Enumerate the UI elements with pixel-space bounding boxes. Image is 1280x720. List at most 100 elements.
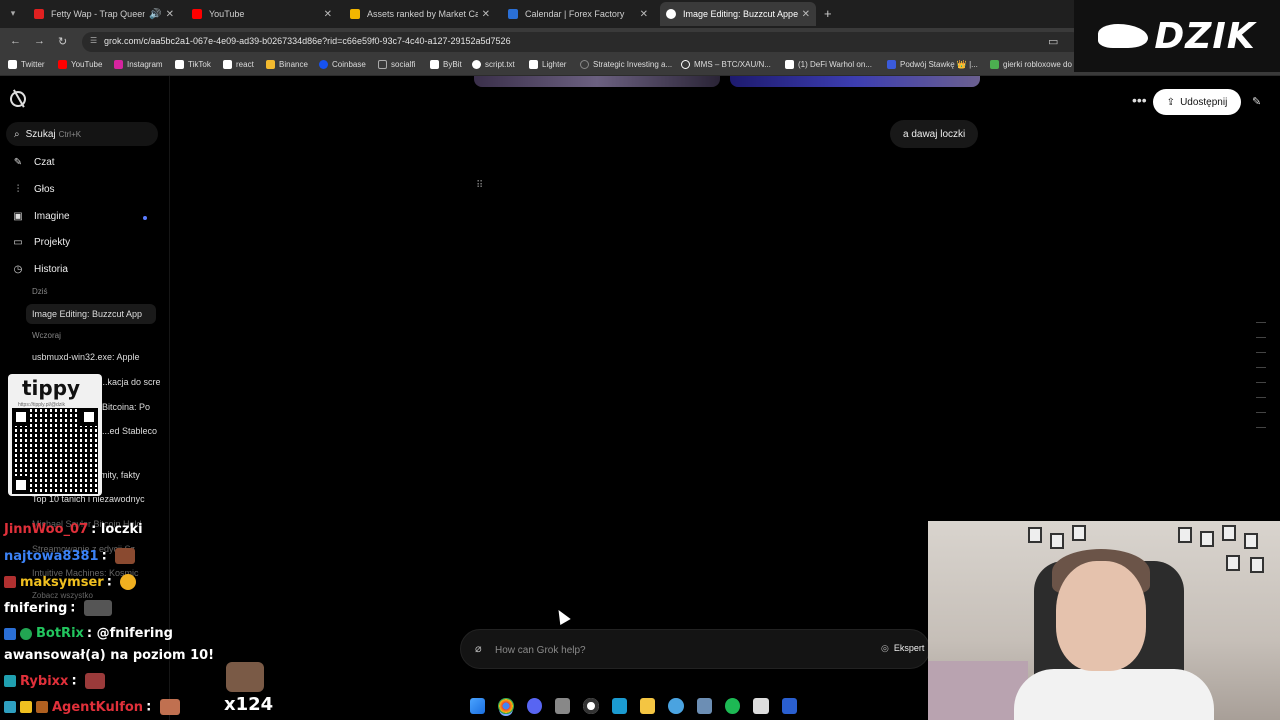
close-tab-icon[interactable]: ✕: [640, 9, 648, 20]
emote-icon: [120, 574, 137, 590]
emote-icon: [85, 673, 106, 689]
close-tab-icon[interactable]: ✕: [482, 9, 490, 20]
bookmark-label: script.txt: [485, 60, 515, 69]
bookmark-binance[interactable]: Binance: [266, 60, 308, 69]
url-field[interactable]: ☰ grok.com/c/aa5bc2a1-067e-4e09-ad39-b02…: [82, 32, 1082, 52]
game-icon: [990, 60, 999, 69]
history-item-active[interactable]: Image Editing: Buzzcut App: [26, 304, 156, 324]
taskbar: [470, 694, 810, 718]
bookmark-coinbase[interactable]: Coinbase: [319, 60, 366, 69]
app-icon[interactable]: [781, 698, 797, 714]
more-options-icon[interactable]: •••: [1132, 92, 1147, 108]
chat-message: BotRix: @fnifering: [4, 626, 173, 641]
bookmark-podwoj[interactable]: Podwój Stawkę 👑 |...: [887, 60, 978, 69]
chrome-icon[interactable]: [498, 698, 514, 714]
sidebar-item-historia[interactable]: ◷ Historia: [12, 264, 68, 275]
app-icon[interactable]: [753, 698, 769, 714]
close-tab-icon[interactable]: ✕: [324, 9, 332, 20]
badge-icon: [4, 576, 16, 588]
history-item[interactable]: usbmuxd-win32.exe: Apple: [32, 352, 154, 362]
prompt-input[interactable]: [495, 640, 845, 660]
browser-tab[interactable]: Fetty Wap - Trap Queen (Of 🔊 ✕: [28, 4, 180, 24]
image-icon: ▣: [13, 211, 23, 222]
browser-tab[interactable]: Calendar | Forex Factory ✕: [502, 4, 654, 24]
share-button[interactable]: ⇪ Udostępnij: [1153, 89, 1241, 115]
history-item[interactable]: Bitcoina: Po: [102, 402, 158, 412]
history-item[interactable]: ...ed Stableco: [102, 426, 158, 436]
cast-icon[interactable]: ▭: [1048, 35, 1058, 48]
bookmark-bybit[interactable]: ByBit: [430, 60, 462, 69]
windows-start-icon[interactable]: [470, 698, 486, 714]
ccleaner-icon[interactable]: [668, 698, 684, 714]
bookmark-label: Strategic Investing a...: [593, 60, 673, 69]
spotify-icon[interactable]: [724, 698, 741, 714]
browser-tab-active[interactable]: Image Editing: Buzzcut Appeara ✕: [660, 2, 816, 26]
reload-icon[interactable]: ↻: [58, 35, 67, 48]
chat-message: fnifering:: [4, 600, 113, 616]
url-text: grok.com/c/aa5bc2a1-067e-4e09-ad39-b0267…: [104, 36, 511, 46]
app-icon[interactable]: [554, 698, 571, 714]
lighter-icon: [529, 60, 538, 69]
chat-user: JinnWoo_07: [4, 522, 89, 537]
discord-icon[interactable]: [526, 698, 542, 714]
browser-tab[interactable]: YouTube ✕: [186, 4, 338, 24]
github-icon: [472, 60, 481, 69]
back-icon[interactable]: ←: [10, 35, 21, 47]
lightbulb-icon: ◎: [881, 643, 889, 653]
bookmark-lighter[interactable]: Lighter: [529, 60, 566, 69]
bookmark-react[interactable]: react: [223, 60, 254, 69]
tippy-qr-card: tippy https://tipply.pl/@dzik: [8, 374, 102, 496]
new-tab-icon[interactable]: +: [824, 6, 832, 21]
bookmark-strategic[interactable]: Strategic Investing a...: [580, 60, 672, 69]
bookmark-gierki[interactable]: gierki robloxowe do: [990, 60, 1072, 69]
chat-message: JinnWoo_07: loczki: [4, 522, 143, 537]
user-message-text: a dawaj loczki: [903, 128, 966, 140]
bookmark-instagram[interactable]: Instagram: [114, 60, 163, 69]
forward-icon[interactable]: →: [34, 35, 45, 47]
mouse-cursor-icon: [553, 606, 571, 626]
bookmark-label: Instagram: [127, 60, 163, 69]
bookmark-twitter[interactable]: Twitter: [8, 60, 45, 69]
loading-icon: ⠿: [476, 180, 484, 191]
chat-message: awansował(a) na poziom 10!: [4, 648, 214, 663]
sidebar-item-imagine[interactable]: ▣ Imagine: [12, 211, 69, 222]
sidebar-item-czat[interactable]: ✎ Czat: [12, 157, 55, 168]
x-logo-icon: [8, 60, 17, 69]
tiktok-icon: [223, 60, 232, 69]
tab-search-icon[interactable]: ▾: [6, 6, 20, 20]
sidebar-item-projekty[interactable]: ▭ Projekty: [12, 237, 70, 248]
close-tab-icon[interactable]: ✕: [166, 9, 174, 20]
history-item[interactable]: mity, fakty: [100, 470, 156, 480]
attach-icon[interactable]: ⌀: [475, 642, 482, 655]
close-tab-icon[interactable]: ✕: [802, 9, 810, 20]
bookmark-defi[interactable]: (1) DeFi Warhol on...: [785, 60, 872, 69]
tab-title: Fetty Wap - Trap Queen (Of: [51, 9, 146, 19]
image-thumbnail[interactable]: [474, 76, 720, 87]
bookmark-tiktok[interactable]: TikTok: [175, 60, 211, 69]
bookmark-mms[interactable]: MMS – BTC/XAU/N...: [681, 60, 771, 69]
browser-tab[interactable]: Assets ranked by Market Cap ✕: [344, 4, 496, 24]
scroll-minimap[interactable]: [1256, 322, 1266, 452]
bookmark-youtube[interactable]: YouTube: [58, 60, 102, 69]
bookmark-label: (1) DeFi Warhol on...: [798, 60, 872, 69]
audio-icon[interactable]: 🔊: [149, 9, 161, 20]
search-button[interactable]: ⌕ Szukaj Ctrl+K: [6, 122, 158, 146]
see-all-link[interactable]: Zobacz wszystko: [32, 591, 154, 600]
telegram-icon[interactable]: [611, 698, 627, 714]
bookmark-label: Binance: [279, 60, 308, 69]
sidebar-item-glos[interactable]: ⫶ Głos: [12, 184, 55, 195]
bookmark-label: gierki robloxowe do: [1003, 60, 1072, 69]
mode-selector[interactable]: ◎ Ekspert: [881, 643, 924, 654]
grok-logo-icon[interactable]: [7, 88, 29, 110]
obs-icon[interactable]: [583, 698, 599, 714]
history-item[interactable]: ...kacja do scree: [100, 377, 160, 387]
chat-message: Rybixx:: [4, 673, 106, 689]
image-thumbnail[interactable]: [730, 76, 980, 87]
site-info-icon[interactable]: ☰: [90, 36, 97, 45]
new-chat-icon[interactable]: ✎: [1252, 95, 1261, 108]
chat-user: AgentKulfon: [52, 699, 144, 715]
bookmark-socialfi[interactable]: socialfi: [378, 60, 415, 69]
bookmark-script[interactable]: script.txt: [472, 60, 515, 69]
tool-icon[interactable]: [696, 698, 712, 714]
file-explorer-icon[interactable]: [639, 698, 656, 714]
